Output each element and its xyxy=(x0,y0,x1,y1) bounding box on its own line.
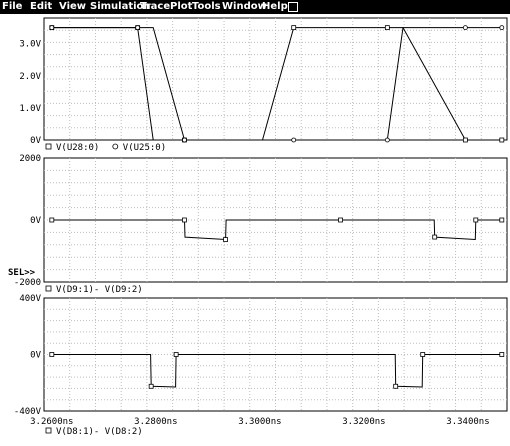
x-tick-label: 3.2600ns xyxy=(30,417,73,427)
waveform-plot: 3.0V 2.0V 1.0V 0V V(U28:0) V(U25:0) 2000 0V -20… xyxy=(8,17,508,437)
y-tick-label: 400V xyxy=(19,294,41,304)
data-point xyxy=(432,234,438,240)
y-tick-label: 3.0V xyxy=(19,40,41,50)
data-point xyxy=(291,25,297,31)
y-tick-label: 0V xyxy=(30,351,41,361)
legend-label: V(D9:1)- V(D9:2) xyxy=(56,285,143,295)
data-point xyxy=(420,352,426,357)
y-tick-label: -400V xyxy=(14,407,42,417)
trace-0 xyxy=(51,354,502,388)
legend-marker xyxy=(112,143,119,150)
x-tick-label: 3.3400ns xyxy=(446,417,489,427)
data-point xyxy=(223,237,228,242)
data-point xyxy=(384,25,390,31)
y-tick-label: 0V xyxy=(30,216,41,226)
data-point xyxy=(384,137,390,143)
data-point xyxy=(499,25,505,31)
plot-panel-digital: 3.0V 2.0V 1.0V 0V V(U28:0) V(U25:0) xyxy=(19,17,508,153)
data-point xyxy=(473,217,479,223)
y-tick-label: 2000 xyxy=(19,154,41,164)
data-point xyxy=(182,137,187,143)
x-tick-label: 3.3200ns xyxy=(342,417,385,427)
trace-0 xyxy=(51,27,502,141)
data-point xyxy=(462,25,468,31)
x-tick-label: 3.3000ns xyxy=(238,417,281,427)
legend-marker xyxy=(45,285,52,292)
data-point xyxy=(173,352,179,357)
data-point xyxy=(182,217,187,223)
data-point xyxy=(49,25,55,31)
y-tick-label: 2.0V xyxy=(19,72,41,82)
data-point xyxy=(462,137,468,143)
y-tick-label: 1.0V xyxy=(19,104,41,114)
data-point xyxy=(499,352,505,357)
data-point xyxy=(49,217,55,223)
data-point xyxy=(499,137,505,143)
y-tick-label: 0V xyxy=(30,136,41,146)
legend-marker xyxy=(45,143,52,150)
legend-label: V(U28:0) xyxy=(56,143,99,153)
x-tick-label: 3.2800ns xyxy=(134,417,177,427)
plot-panel-d9: 2000 0V -2000 V(D9:1)- V(D9:2) xyxy=(14,154,508,295)
data-point xyxy=(338,217,343,223)
legend-label: V(U25:0) xyxy=(123,143,166,153)
selection-marker: SEL>> xyxy=(8,268,36,278)
data-point xyxy=(135,25,141,31)
legend-marker xyxy=(45,427,52,434)
y-tick-label: -2000 xyxy=(14,278,41,288)
data-point xyxy=(49,352,55,357)
data-point xyxy=(393,383,399,389)
plot-panel-d8: 400V 0V -400V V(D8:1)- V(D8:2)3.2600ns 3.280… xyxy=(14,294,508,437)
data-point xyxy=(291,137,297,143)
legend-label: V(D8:1)- V(D8:2) xyxy=(56,427,143,437)
data-point xyxy=(148,383,154,389)
data-point xyxy=(499,217,505,223)
